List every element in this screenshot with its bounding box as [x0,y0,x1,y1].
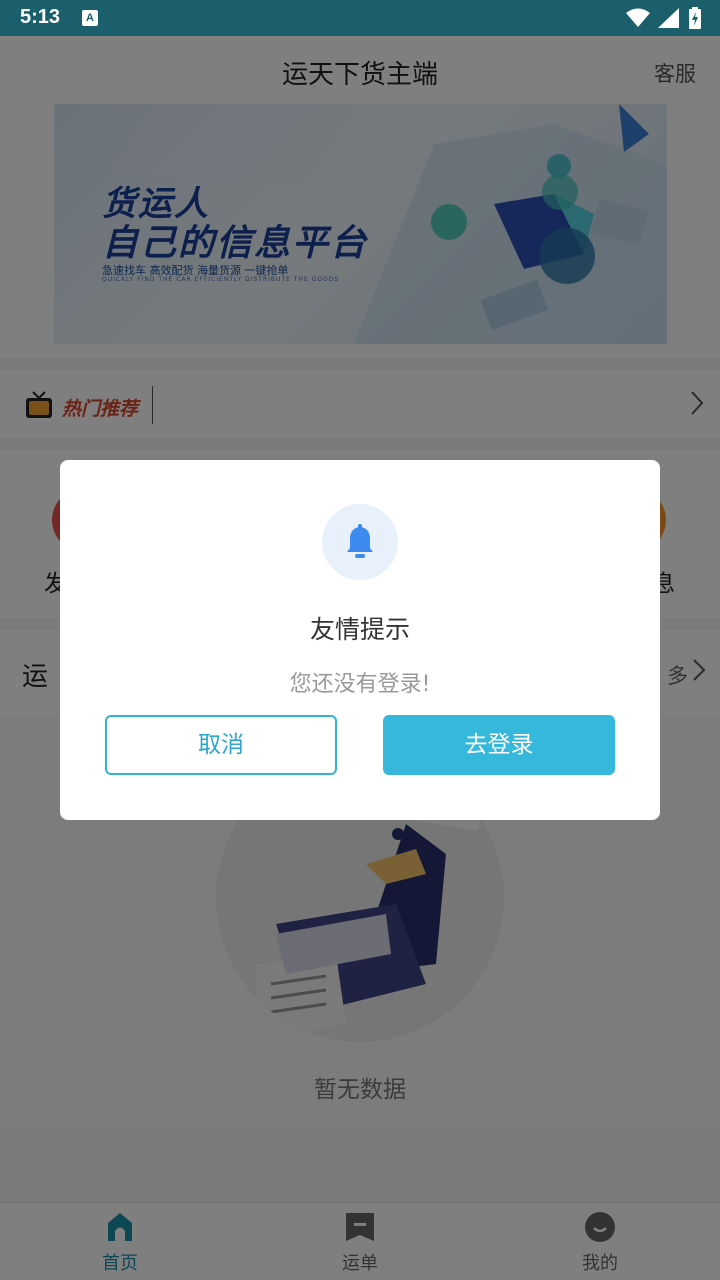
wifi-icon [626,8,650,27]
signal-icon [658,8,679,28]
cancel-button[interactable]: 取消 [105,715,337,775]
bell-icon [347,524,373,558]
dialog-title: 友情提示 [309,615,410,644]
bell-icon-badge [322,504,398,580]
login-prompt-dialog: 友情提示 您还没有登录! 取消 去登录 [60,460,660,820]
status-icons [626,7,702,29]
status-time: 5:13 [20,6,61,28]
login-button[interactable]: 去登录 [383,715,615,775]
status-bar: 5:13 A [0,0,720,36]
notification-a-icon: A [82,10,98,26]
battery-icon [689,7,701,29]
dialog-message: 您还没有登录! [289,672,431,697]
